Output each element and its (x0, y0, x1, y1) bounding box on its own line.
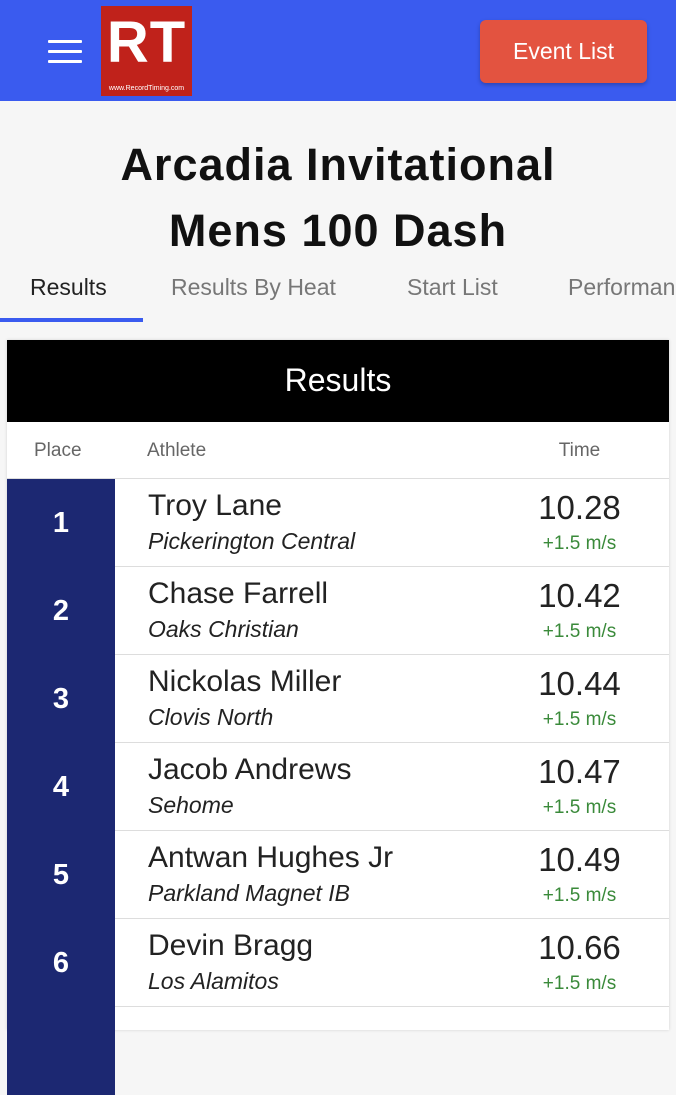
results-card: Results Place Athlete Time 1 Troy Lane P… (7, 340, 669, 1095)
tab-performance[interactable]: Performan (568, 274, 675, 301)
athlete-name[interactable]: Troy Lane (148, 489, 282, 523)
wind-reading: +1.5 m/s (542, 533, 617, 554)
athlete-name[interactable]: Nickolas Miller (148, 665, 341, 699)
athlete-name[interactable]: Chase Farrell (148, 577, 328, 611)
team-name[interactable]: Los Alamitos (148, 968, 279, 995)
place-number: 3 (7, 655, 115, 743)
result-row[interactable]: 2 Chase Farrell Oaks Christian 10.42 +1.… (7, 567, 669, 655)
team-name[interactable]: Sehome (148, 792, 234, 819)
result-row[interactable]: 1 Troy Lane Pickerington Central 10.28 +… (7, 479, 669, 567)
team-name[interactable]: Pickerington Central (148, 528, 355, 555)
tab-start-list[interactable]: Start List (407, 274, 498, 301)
record-timing-logo[interactable]: RT www.RecordTiming.com (101, 6, 192, 96)
wind-reading: +1.5 m/s (542, 621, 617, 642)
result-row[interactable]: 4 Jacob Andrews Sehome 10.47 +1.5 m/s (7, 743, 669, 831)
result-row[interactable]: 3 Nickolas Miller Clovis North 10.44 +1.… (7, 655, 669, 743)
tab-bar: Results Results By Heat Start List Perfo… (0, 260, 676, 322)
title-line-meet: Arcadia Invitational (120, 139, 556, 190)
place-number: 6 (7, 919, 115, 1007)
athlete-name[interactable]: Jacob Andrews (148, 753, 351, 787)
place-cell-partial (7, 1007, 115, 1095)
athlete-name[interactable]: Devin Bragg (148, 929, 313, 963)
team-name[interactable]: Oaks Christian (148, 616, 299, 643)
logo-letters: RT (106, 10, 187, 75)
place-number: 4 (7, 743, 115, 831)
column-header-place: Place (34, 440, 82, 461)
place-number: 1 (7, 479, 115, 567)
result-row[interactable]: 6 Devin Bragg Los Alamitos 10.66 +1.5 m/… (7, 919, 669, 1007)
column-header-time: Time (558, 440, 601, 461)
wind-reading: +1.5 m/s (542, 709, 617, 730)
wind-reading: +1.5 m/s (542, 797, 617, 818)
top-bar: RT www.RecordTiming.com Event List (0, 0, 676, 101)
team-name[interactable]: Clovis North (148, 704, 273, 731)
place-number: 5 (7, 831, 115, 919)
active-tab-indicator (0, 318, 143, 322)
logo-url: www.RecordTiming.com (108, 85, 185, 92)
result-row-partial (7, 1007, 669, 1095)
place-number: 2 (7, 567, 115, 655)
tab-results[interactable]: Results (30, 274, 107, 301)
wind-reading: +1.5 m/s (542, 973, 617, 994)
athlete-name[interactable]: Antwan Hughes Jr (148, 841, 393, 875)
wind-reading: +1.5 m/s (542, 885, 617, 906)
tab-results-by-heat[interactable]: Results By Heat (171, 274, 336, 301)
title-line-event: Mens 100 Dash (168, 205, 508, 256)
result-row[interactable]: 5 Antwan Hughes Jr Parkland Magnet IB 10… (7, 831, 669, 919)
event-list-button[interactable]: Event List (480, 20, 647, 83)
team-name[interactable]: Parkland Magnet IB (148, 880, 350, 907)
page-title: Arcadia Invitational Mens 100 Dash (0, 132, 676, 264)
result-time: 10.42 (538, 577, 621, 614)
result-time: 10.49 (538, 841, 621, 878)
column-header-athlete: Athlete (147, 440, 207, 461)
results-card-title: Results (7, 340, 669, 422)
menu-icon[interactable] (48, 40, 82, 64)
result-time: 10.66 (538, 929, 621, 966)
result-time: 10.47 (538, 753, 621, 790)
result-time: 10.44 (538, 665, 621, 702)
result-time: 10.28 (538, 489, 621, 526)
